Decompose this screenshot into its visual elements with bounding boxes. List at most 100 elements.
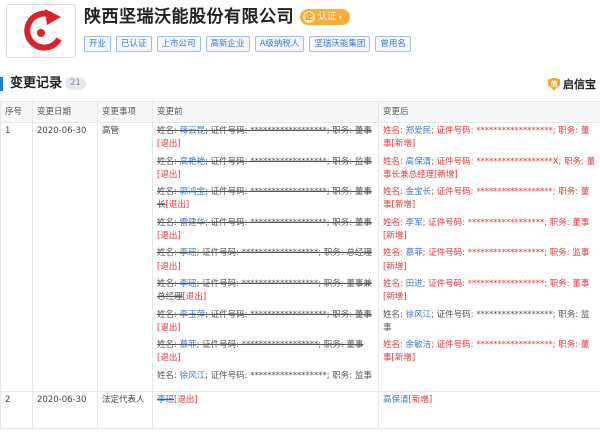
exit-tag: [退出] [157,231,181,242]
person-name-link[interactable]: 李瑶 [180,248,197,258]
company-name: 陕西坚瑞沃能股份有限公司 [84,7,294,27]
struck-text: 姓名: 慕菲; 证件号码: ******************; 职务: 董事 [157,340,363,350]
col-header-date: 变更日期 [32,101,98,123]
before-entry: 姓名: 高艳艳; 证件号码: ******************; 职务: 监… [157,156,374,183]
field-label: 姓名: [157,340,180,351]
before-entry: 李瑶[退出] [157,394,374,407]
struck-text: 姓名: 李瑶; 证件号码: ******************; 职务: 总经… [157,248,372,258]
tag-item[interactable]: 上市公司 [156,36,201,52]
field-details: ; 证件号码: ******************; 职务: 董事 [205,309,372,320]
field-details: ; 证件号码: ******************; 职务: 监事 [205,156,372,167]
person-name-link[interactable]: 金宝长 [406,187,432,197]
tag-item[interactable]: 曾用名 [375,36,411,52]
person-name-link[interactable]: 田进 [406,279,423,289]
person-name-link[interactable]: 徐风江 [406,310,432,320]
cell-after: 高保清[新增] [378,391,600,429]
field-label: 姓名: [157,278,180,289]
person-name-link[interactable]: 蒋云昆 [180,126,206,136]
qixinbao-brand[interactable]: 信 启信宝 [548,76,596,92]
change-record-table: 序号 变更日期 变更事项 变更前 变更后 1 2020-06-30 高管 姓名: 蒋云… [0,101,600,429]
field-details: ; 证件号码: ******************; 职务: 监事 [205,370,372,381]
person-name-link[interactable]: 李军 [406,218,423,228]
after-entry: 姓名: 田进; 证件号码: ******************; 职务: 董事… [383,278,596,305]
field-details: ; 证件号码: ******************; 职务: 董事 [205,217,372,228]
after-entry: 姓名: 李军; 证件号码: ******************; 职务: 董事… [383,217,596,244]
struck-text: 姓名: 郭鸿宝; 证件号码: ******************; 职务: 董… [157,187,372,210]
person-name-link[interactable]: 雷建华 [180,218,206,228]
struck-text: 姓名: 李玉萍; 证件号码: ******************; 职务: 董… [157,310,372,320]
cell-date: 2020-06-30 [32,391,98,429]
col-header-after: 变更后 [378,101,600,123]
chevron-right-icon: › [339,13,342,21]
field-details: ; 证件号码: ******************; 职务: 董事 [205,126,372,136]
table-row: 1 2020-06-30 高管 姓名: 蒋云昆; 证件号码: ************… [0,122,600,392]
col-header-item: 变更事项 [97,101,153,123]
field-label: 姓名: [383,340,406,351]
logo-arrow-icon [24,9,62,51]
person-name-link[interactable]: 高保清 [406,157,432,167]
change-record-section-header: 变更记录 21 信 启信宝 [0,70,600,98]
person-name-link[interactable]: 高保清 [383,395,409,405]
after-entry: 姓名: 慕菲; 证件号码: ******************; 职务: 监事… [383,247,596,274]
struck-text: 姓名: 高艳艳; 证件号码: ******************; 职务: 监… [157,157,372,167]
field-label: 姓名: [383,187,406,198]
field-label: 姓名: [157,126,180,136]
exit-tag: [退出] [174,395,198,405]
person-name-link[interactable]: 李瑶 [180,279,197,289]
tag-item[interactable]: 坚瑞沃能集团 [309,36,371,52]
person-name-link[interactable]: 余敏洁 [406,340,432,350]
field-label: 姓名: [383,156,406,167]
company-header: 陕西坚瑞沃能股份有限公司 企 认证 › 开业 已认证 上市公司 高新企业 A级纳… [0,0,600,62]
person-name-link[interactable]: 李瑶 [157,395,174,405]
field-details: ; 证件号码: ******************; 职务: 董事 [196,340,364,351]
shield-icon: 信 [548,77,560,91]
field-details: ; 证件号码: ******************; 职务: 监事 [422,248,590,259]
field-label: 姓名: [157,370,180,381]
after-entry: 姓名: 高保清; 证件号码: ******************X; 职务: … [383,156,596,183]
field-details: ; 证件号码: ******************; 职务: 总经理 [196,248,372,259]
section-accent-bar [0,77,3,91]
cell-item: 高管 [97,122,153,392]
exit-tag: [退出] [165,200,190,211]
new-tag: [新增] [383,261,407,272]
person-name-link[interactable]: 徐风江 [180,371,206,381]
exit-tag: [退出] [157,353,181,364]
cell-index: 1 [0,122,33,392]
person-name-link[interactable]: 高艳艳 [180,157,206,167]
person-name-link[interactable]: 慕菲 [180,340,197,350]
company-logo [6,4,76,58]
new-tag: [新增] [391,200,416,211]
new-tag: [新增] [383,231,407,242]
new-tag: [新增] [408,395,433,405]
tag-item[interactable]: A级纳税人 [254,36,305,52]
cell-after: 姓名: 郑爱民 ; 证件号码: ******************; 职务: 董… [378,122,600,392]
person-name-link[interactable]: 李玉萍 [180,310,206,320]
tag-item[interactable]: 开业 [84,36,112,52]
before-entry: 姓名: 徐风江; 证件号码: ******************; 职务: 监… [157,370,374,383]
before-entry: 姓名: 慕菲; 证件号码: ******************; 职务: 董事… [157,339,374,366]
field-label: 姓名: [383,217,406,228]
after-entry: 姓名: 郑爱民; 证件号码: ******************; 职务: 董… [383,125,596,152]
cell-before: 李瑶[退出] [152,391,379,429]
company-tags: 开业 已认证 上市公司 高新企业 A级纳税人 坚瑞沃能集团 曾用名 [84,36,411,52]
person-name-link[interactable]: 郑爱民 [406,126,432,136]
exit-tag: [退出] [157,261,181,272]
tag-item[interactable]: 高新企业 [205,36,250,52]
after-entry: 姓名: 余敏洁; 证件号码: ******************; 职务: 董… [383,339,596,366]
exit-tag: [退出] [157,322,181,333]
new-tag: [新增] [434,169,458,180]
field-label: 姓名: [157,217,180,228]
new-tag: [新增] [391,353,416,364]
struck-text: 姓名: 蒋云昆; 证件号码: ******************; 职务: 董… [157,126,372,136]
tag-item[interactable]: 已认证 [116,36,152,52]
cell-before: 姓名: 蒋云昆; 证件号码: ******************; 职务: 董… [152,122,379,392]
exit-tag: [退出] [182,292,207,303]
after-entry: 姓名: 徐风江; 证件号码: ******************; 职务: 监… [383,309,596,336]
verify-badge[interactable]: 企 认证 › [300,9,350,25]
field-label: 姓名: [383,309,406,320]
verify-label: 认证 [318,12,337,22]
person-name-link[interactable]: 慕菲 [406,248,423,258]
col-header-index: 序号 [0,101,33,123]
exit-tag: [退出] [157,169,181,180]
person-name-link[interactable]: 郭鸿宝 [180,187,206,197]
